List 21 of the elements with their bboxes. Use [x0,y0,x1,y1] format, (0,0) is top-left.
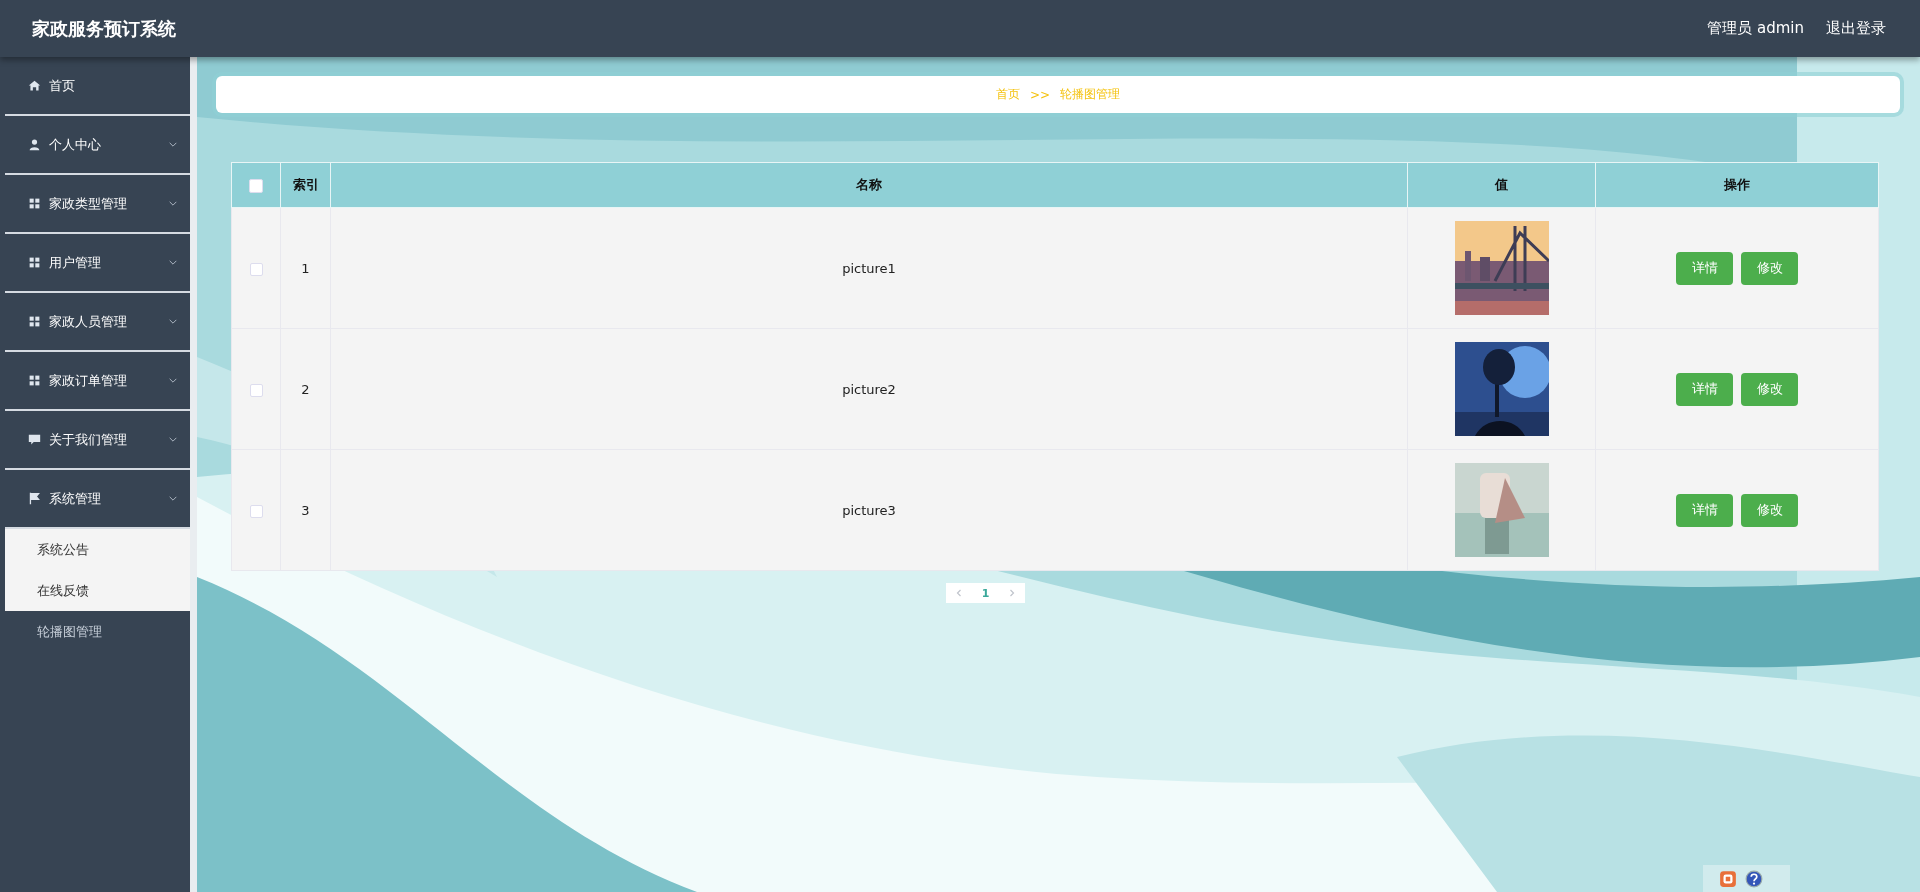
logout-link[interactable]: 退出登录 [1826,19,1886,38]
grid-icon [28,197,41,210]
app-title: 家政服务预订系统 [32,16,176,41]
chat-icon [28,433,41,446]
user-icon [28,138,41,151]
grid-icon [28,256,41,269]
flag-icon [28,492,41,505]
chevron-icon [168,259,178,266]
submenu-item[interactable]: 轮播图管理 [5,611,190,652]
chevron-icon [168,141,178,148]
home-icon [28,79,41,92]
chevron-icon [168,436,178,443]
chevron-icon [168,377,178,384]
submenu-item[interactable]: 系统公告 [5,529,190,570]
chevron-icon [168,318,178,325]
chevron-icon [168,495,178,502]
grid-icon [28,315,41,328]
chevron-icon [168,200,178,207]
grid-icon [28,374,41,387]
user-label: 管理员 admin [1707,19,1804,38]
submenu-item[interactable]: 在线反馈 [5,570,190,611]
